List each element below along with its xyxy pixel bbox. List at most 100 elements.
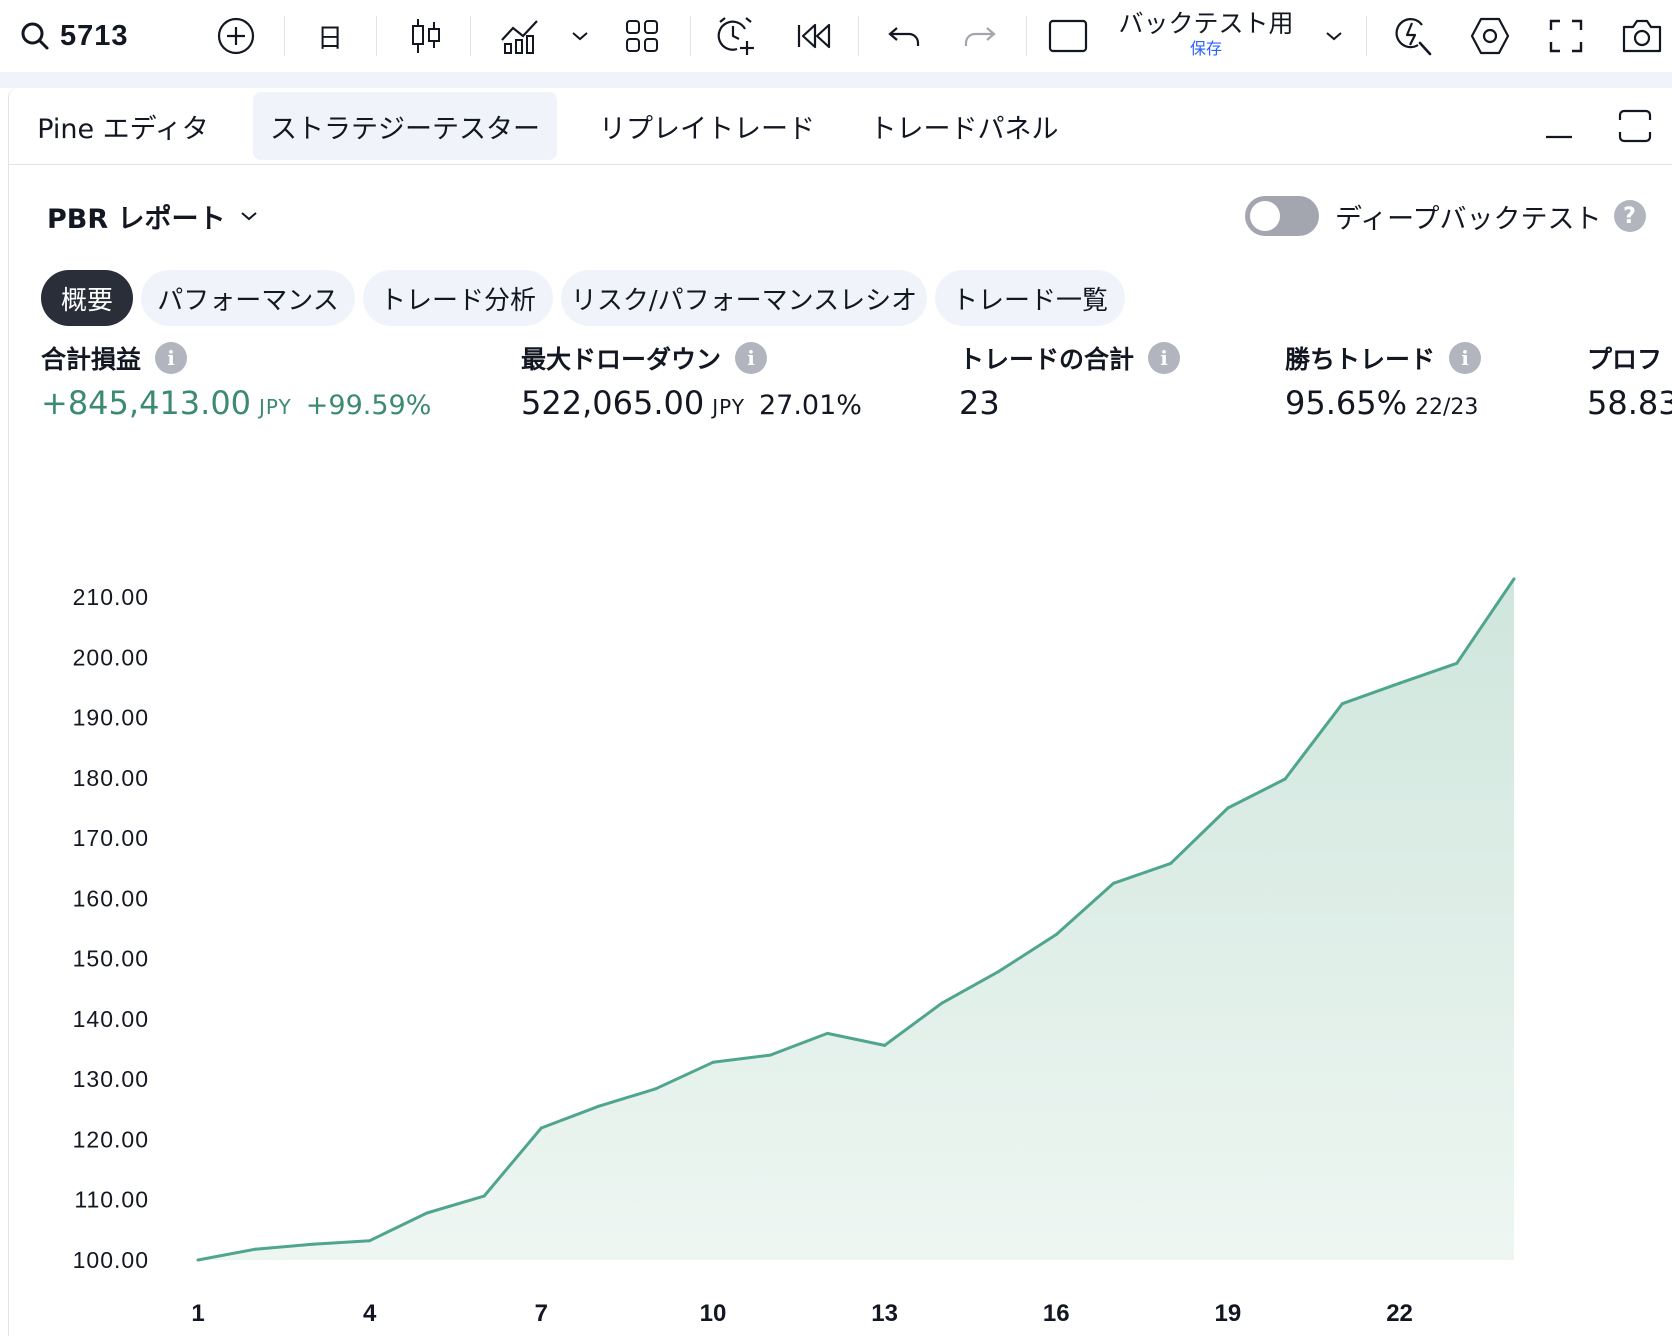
equity-point bbox=[482, 1194, 486, 1198]
camera-icon bbox=[1622, 19, 1662, 53]
equity-point bbox=[368, 1239, 372, 1243]
metric-label: プロフ bbox=[1587, 345, 1663, 374]
toolbar-divider bbox=[1366, 16, 1367, 56]
total-trades-value: 23 bbox=[959, 384, 1000, 422]
layout-select-button[interactable] bbox=[1044, 0, 1092, 72]
replay-button[interactable] bbox=[790, 0, 838, 72]
layout-name-label: バックテスト用 bbox=[1118, 9, 1294, 38]
metric-total-trades: トレードの合計 i 23 bbox=[959, 336, 1181, 428]
win-rate-value: 95.65% bbox=[1285, 384, 1408, 422]
grid-icon bbox=[626, 20, 658, 52]
y-tick-label: 160.00 bbox=[73, 885, 149, 911]
tab-risk-performance-ratio[interactable]: リスク/パフォーマンスレシオ bbox=[561, 270, 927, 326]
equity-point bbox=[768, 1053, 772, 1057]
fullscreen-button[interactable] bbox=[1542, 0, 1590, 72]
quick-search-button[interactable] bbox=[1390, 0, 1438, 72]
pill-label: パフォーマンス bbox=[157, 285, 339, 316]
layout-name-button[interactable]: バックテスト用 保存 bbox=[1112, 8, 1300, 64]
toggle-knob bbox=[1250, 201, 1280, 231]
tab-label: Pine エディタ bbox=[37, 113, 209, 145]
interval-label: 日 bbox=[316, 23, 343, 54]
equity-point bbox=[1054, 933, 1058, 936]
x-tick-label: 4 bbox=[363, 1300, 377, 1327]
compare-symbol-button[interactable] bbox=[212, 0, 260, 72]
y-tick-label: 170.00 bbox=[73, 825, 149, 851]
interval-button[interactable]: 日 bbox=[306, 0, 354, 72]
screenshot-button[interactable] bbox=[1616, 0, 1668, 72]
settings-button[interactable] bbox=[1466, 0, 1514, 72]
alert-button[interactable] bbox=[712, 0, 760, 72]
tab-replay-trade[interactable]: リプレイトレード bbox=[587, 92, 827, 160]
x-tick-label: 1 bbox=[191, 1300, 204, 1327]
metric-label: 最大ドローダウン bbox=[521, 345, 722, 374]
help-icon[interactable]: ? bbox=[1613, 200, 1646, 232]
minimize-icon bbox=[1546, 135, 1572, 139]
tab-pine-editor[interactable]: Pine エディタ bbox=[23, 92, 223, 160]
net-profit-percent: +99.59% bbox=[305, 390, 432, 421]
equity-point bbox=[1340, 702, 1344, 706]
indicators-dropdown[interactable] bbox=[566, 0, 594, 72]
equity-point bbox=[1226, 806, 1230, 810]
info-icon[interactable]: i bbox=[155, 342, 188, 374]
deep-backtest-control: ディープバックテスト ? bbox=[1245, 192, 1646, 240]
layout-grid-button[interactable] bbox=[618, 0, 666, 72]
pill-label: リスク/パフォーマンスレシオ bbox=[570, 285, 918, 316]
report-title: PBR レポート bbox=[47, 203, 226, 235]
toolbar-divider bbox=[858, 16, 859, 56]
y-tick-label: 180.00 bbox=[73, 765, 149, 791]
tab-strategy-tester[interactable]: ストラテジーテスター bbox=[253, 92, 557, 160]
equity-point bbox=[310, 1242, 314, 1246]
deep-backtest-toggle[interactable] bbox=[1245, 196, 1319, 236]
info-icon[interactable]: i bbox=[1449, 342, 1482, 374]
indicators-button[interactable] bbox=[494, 0, 546, 72]
maximize-panel-button[interactable] bbox=[1611, 102, 1659, 150]
tab-performance[interactable]: パフォーマンス bbox=[141, 270, 355, 326]
currency-unit: JPY bbox=[259, 395, 292, 419]
x-tick-label: 16 bbox=[1043, 1300, 1070, 1327]
tab-trade-list[interactable]: トレード一覧 bbox=[935, 270, 1125, 326]
deep-backtest-label: ディープバックテスト bbox=[1335, 203, 1602, 235]
maximize-icon bbox=[1618, 109, 1652, 143]
minimize-panel-button[interactable] bbox=[1535, 102, 1583, 150]
x-tick-label: 10 bbox=[700, 1300, 727, 1327]
report-selector[interactable]: PBR レポート bbox=[47, 196, 258, 236]
chart-type-button[interactable] bbox=[402, 0, 450, 72]
equity-point bbox=[1512, 577, 1516, 581]
candlestick-icon bbox=[412, 19, 440, 53]
undo-button[interactable] bbox=[880, 0, 928, 72]
tab-trade-panel[interactable]: トレードパネル bbox=[857, 92, 1071, 160]
alarm-add-icon bbox=[717, 17, 754, 55]
toolbar-divider bbox=[1026, 16, 1027, 56]
info-icon[interactable]: i bbox=[735, 342, 768, 374]
equity-point bbox=[253, 1247, 257, 1251]
equity-chart: 100.00 110.00 120.00 130.00 140.00 150.00 160.… bbox=[73, 577, 1516, 1327]
equity-point bbox=[1398, 681, 1402, 685]
equity-area bbox=[198, 578, 1514, 1260]
tab-trade-analysis[interactable]: トレード分析 bbox=[363, 270, 553, 326]
fullscreen-icon bbox=[1549, 19, 1583, 53]
chevron-down-icon bbox=[240, 212, 257, 221]
pill-label: 概要 bbox=[60, 285, 113, 316]
metric-label: 合計損益 bbox=[41, 345, 142, 374]
square-icon bbox=[1048, 19, 1088, 53]
net-profit-value: +845,413.00 bbox=[41, 384, 252, 422]
y-tick-label: 190.00 bbox=[73, 705, 149, 731]
x-tick-label: 19 bbox=[1215, 1300, 1242, 1327]
profit-factor-value: 58.83 bbox=[1587, 384, 1672, 422]
toolbar-divider bbox=[470, 16, 471, 56]
equity-point bbox=[196, 1258, 200, 1262]
redo-button[interactable] bbox=[956, 0, 1004, 72]
add-circle-icon bbox=[217, 17, 255, 55]
toolbar-gap bbox=[0, 72, 1672, 88]
metric-net-profit: 合計損益 i +845,413.00 JPY +99.59% bbox=[41, 336, 431, 428]
symbol-search[interactable]: 5713 bbox=[20, 0, 180, 72]
tab-overview[interactable]: 概要 bbox=[41, 270, 133, 326]
info-icon[interactable]: i bbox=[1148, 342, 1181, 374]
indicators-icon bbox=[501, 20, 538, 54]
panel-tab-bar: Pine エディタ ストラテジーテスター リプレイトレード トレードパネル bbox=[9, 88, 1672, 165]
search-icon bbox=[21, 22, 49, 50]
layout-dropdown[interactable] bbox=[1320, 0, 1348, 72]
equity-point bbox=[883, 1043, 887, 1047]
undo-icon bbox=[888, 27, 920, 46]
y-tick-label: 140.00 bbox=[73, 1006, 149, 1032]
